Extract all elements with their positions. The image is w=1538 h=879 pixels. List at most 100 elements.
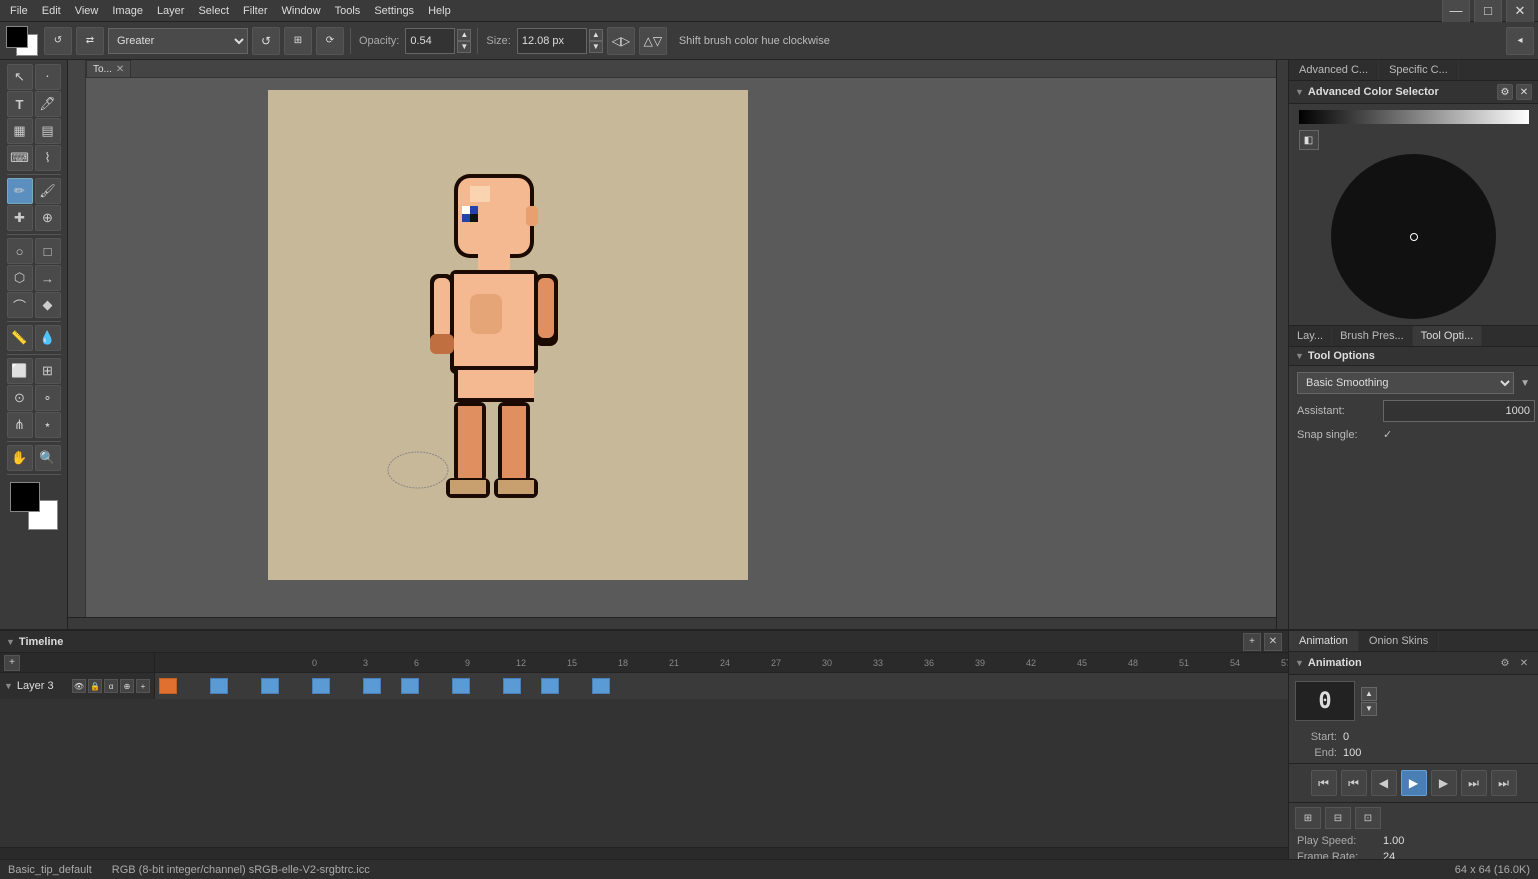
layer-add-frame-btn[interactable]: + (136, 679, 150, 693)
frame-counter-down-btn[interactable]: ▼ (1361, 702, 1377, 716)
layer-collapse-arrow[interactable]: ▼ (4, 681, 13, 691)
frame-27[interactable] (592, 678, 610, 694)
timeline-add-layer-btn[interactable]: + (4, 655, 20, 671)
brush-flip-h-btn[interactable]: ◁▷ (607, 27, 635, 55)
advanced-color-tab[interactable]: Advanced C... (1289, 60, 1379, 80)
brush-flip-v-btn[interactable]: △▽ (639, 27, 667, 55)
tool-text-btn[interactable]: T (7, 91, 33, 117)
frame-3[interactable] (210, 678, 228, 694)
timeline-hscroll[interactable] (0, 847, 1288, 859)
animation-tab[interactable]: Animation (1289, 631, 1359, 651)
menu-tools[interactable]: Tools (329, 3, 367, 19)
color-selector-close-btn[interactable]: ✕ (1516, 84, 1532, 100)
tool-calligraphy-btn[interactable]: 🖊 (35, 91, 61, 117)
tool-patch-btn[interactable]: ⌨ (7, 145, 33, 171)
tool-fill-btn[interactable]: ▦ (7, 118, 33, 144)
frame-21[interactable] (503, 678, 521, 694)
menu-edit[interactable]: Edit (36, 3, 67, 19)
tool-polygon-btn[interactable]: ⬡ (7, 265, 33, 291)
tool-eyedrop-btn[interactable]: 💧 (35, 325, 61, 351)
assistant-input[interactable] (1383, 400, 1535, 422)
prev-frame-btn[interactable]: ⏮ (1341, 770, 1367, 796)
smoothing-select[interactable]: Basic Smoothing (1297, 372, 1514, 394)
frame-9[interactable] (312, 678, 330, 694)
menu-layer[interactable]: Layer (151, 3, 191, 19)
import-btn[interactable]: ⊡ (1355, 807, 1381, 829)
swap-colors-btn[interactable]: ⇄ (76, 27, 104, 55)
tool-pencil-btn[interactable]: ✏ (7, 178, 33, 204)
frame-12[interactable] (363, 678, 381, 694)
color-selector-mode-btn[interactable]: ◧ (1299, 130, 1319, 150)
play-backward-btn[interactable]: ◀ (1371, 770, 1397, 796)
export-btn[interactable]: ⊟ (1325, 807, 1351, 829)
layer-lock-btn[interactable]: 🔒 (88, 679, 102, 693)
frame-counter-up-btn[interactable]: ▲ (1361, 687, 1377, 701)
reset-colors-btn[interactable]: ↺ (44, 27, 72, 55)
tool-path-btn[interactable]: ⌒ (7, 292, 33, 318)
loop-btn[interactable]: ⊞ (1295, 807, 1321, 829)
track-frames[interactable] (155, 673, 1288, 699)
toolbar-expand-btn[interactable]: ◂ (1506, 27, 1534, 55)
tool-pan-btn[interactable]: ✋ (7, 445, 33, 471)
menu-window[interactable]: Window (276, 3, 327, 19)
brush-reset-btn[interactable]: ⟳ (316, 27, 344, 55)
animation-settings-btn[interactable]: ⚙ (1497, 655, 1513, 671)
menu-settings[interactable]: Settings (368, 3, 420, 19)
color-wheel[interactable] (1331, 154, 1496, 319)
fg-color-swatch[interactable] (6, 26, 28, 48)
skip-to-start-btn[interactable]: ⏮ (1311, 770, 1337, 796)
menu-image[interactable]: Image (106, 3, 149, 19)
onion-skins-tab[interactable]: Onion Skins (1359, 631, 1439, 651)
tool-clone-btn[interactable]: ⊕ (35, 205, 61, 231)
tool-rect-btn[interactable]: □ (35, 238, 61, 264)
timeline-collapse-arrow[interactable]: ▼ (6, 637, 15, 647)
tool-magicwand-btn[interactable]: ⋆ (35, 412, 61, 438)
tool-heal-btn[interactable]: ✚ (7, 205, 33, 231)
layer-visible-btn[interactable]: 👁 (72, 679, 86, 693)
menu-view[interactable]: View (69, 3, 105, 19)
animation-collapse-arrow[interactable]: ▼ (1295, 658, 1304, 668)
tool-lasso-btn[interactable]: ∘ (35, 385, 61, 411)
animation-close-btn[interactable]: ✕ (1516, 655, 1532, 671)
tool-ellipse-btn[interactable]: ○ (7, 238, 33, 264)
frame-18[interactable] (452, 678, 470, 694)
menu-help[interactable]: Help (422, 3, 457, 19)
tool-options-collapse-arrow[interactable]: ▼ (1295, 351, 1304, 361)
frame-0[interactable] (159, 678, 177, 694)
tool-gradient-btn[interactable]: ▤ (35, 118, 61, 144)
horizontal-scrollbar[interactable] (68, 617, 1288, 629)
opacity-up-btn[interactable]: ▲ (457, 29, 471, 41)
tool-frame-btn[interactable]: ⬜ (7, 358, 33, 384)
window-minimize-btn[interactable]: — (1442, 0, 1470, 25)
smoothing-dropdown-arrow[interactable]: ▼ (1520, 378, 1530, 389)
document-tab[interactable]: To... ✕ (86, 60, 131, 78)
play-btn[interactable]: ▶ (1401, 770, 1427, 796)
tool-zoom-btn[interactable]: 🔍 (35, 445, 61, 471)
layer-alpha-btn[interactable]: α (104, 679, 118, 693)
brush-options-btn[interactable]: ⊞ (284, 27, 312, 55)
size-spinner[interactable]: ▲ ▼ (589, 29, 603, 53)
skip-to-end-btn[interactable]: ⏭ (1491, 770, 1517, 796)
window-maximize-btn[interactable]: □ (1474, 0, 1502, 25)
canvas-content[interactable] (268, 90, 748, 580)
tool-layer-btn[interactable]: ⊞ (35, 358, 61, 384)
menu-filter[interactable]: Filter (237, 3, 273, 19)
menu-file[interactable]: File (4, 3, 34, 19)
opacity-down-btn[interactable]: ▼ (457, 41, 471, 53)
menu-select[interactable]: Select (192, 3, 235, 19)
frame-6[interactable] (261, 678, 279, 694)
brush-preset-select[interactable]: Greater (108, 28, 248, 54)
timeline-close-btn[interactable]: ✕ (1264, 633, 1282, 651)
opacity-spinner[interactable]: ▲ ▼ (457, 29, 471, 53)
tool-anchor-btn[interactable]: ◆ (35, 292, 61, 318)
brushpresets-subtab[interactable]: Brush Pres... (1332, 326, 1413, 346)
tool-arrow-btn[interactable]: ↖ (7, 64, 33, 90)
tool-measure-btn[interactable]: 📏 (7, 325, 33, 351)
tooloptions-subtab[interactable]: Tool Opti... (1413, 326, 1483, 346)
fg-color-box[interactable] (10, 482, 40, 512)
size-down-btn[interactable]: ▼ (589, 41, 603, 53)
next-frame-btn[interactable]: ⏭ (1461, 770, 1487, 796)
timeline-add-btn[interactable]: + (1243, 633, 1261, 651)
vertical-scrollbar[interactable] (1276, 60, 1288, 629)
opacity-input[interactable] (405, 28, 455, 54)
